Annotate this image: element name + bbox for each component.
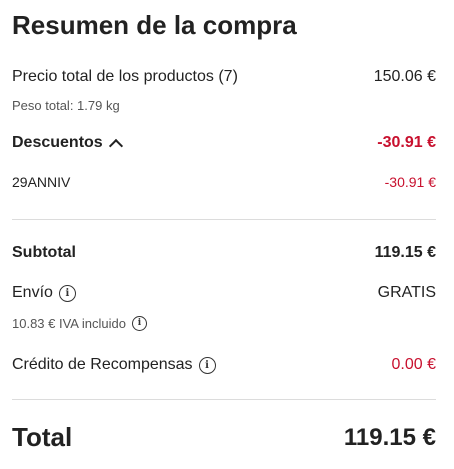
coupon-code: 29ANNIV	[12, 174, 71, 190]
discounts-value: -30.91 €	[377, 134, 436, 151]
vat-label-group: 10.83 € IVA incluido i	[12, 316, 147, 331]
coupon-value: -30.91 €	[384, 174, 436, 190]
divider	[12, 399, 436, 400]
products-total-label: Precio total de los productos (7)	[12, 68, 238, 85]
products-total-row: Precio total de los productos (7) 150.06…	[12, 68, 436, 86]
products-total-value: 150.06 €	[373, 68, 436, 85]
total-weight: Peso total: 1.79 kg	[12, 98, 120, 113]
discounts-toggle[interactable]: Descuentos	[12, 134, 123, 153]
divider	[12, 219, 436, 220]
coupon-row: 29ANNIV -30.91 €	[12, 174, 436, 190]
total-value: 119.15 €	[343, 423, 436, 451]
rewards-label: Crédito de Recompensas	[12, 356, 193, 373]
vat-row: 10.83 € IVA incluido i	[12, 316, 436, 331]
vat-label: 10.83 € IVA incluido	[12, 316, 126, 331]
total-row: Total 119.15 €	[12, 422, 436, 453]
summary-title: Resumen de la compra	[12, 10, 297, 40]
shipping-label: Envío	[12, 284, 53, 301]
shipping-label-group: Envío i	[12, 284, 76, 302]
rewards-row: Crédito de Recompensas i 0.00 €	[12, 356, 436, 374]
chevron-up-icon[interactable]	[108, 138, 123, 153]
rewards-value: 0.00 €	[391, 356, 436, 373]
rewards-label-group: Crédito de Recompensas i	[12, 356, 216, 374]
shipping-info-icon[interactable]: i	[58, 284, 76, 302]
rewards-info-icon[interactable]: i	[198, 356, 216, 374]
subtotal-label: Subtotal	[12, 244, 76, 261]
discounts-row[interactable]: Descuentos -30.91 €	[12, 134, 436, 153]
shipping-row: Envío i GRATIS	[12, 284, 436, 302]
subtotal-row: Subtotal 119.15 €	[12, 244, 436, 262]
shipping-value: GRATIS	[377, 284, 436, 301]
total-label: Total	[12, 422, 73, 452]
vat-info-icon[interactable]: i	[131, 316, 147, 331]
weight-row: Peso total: 1.79 kg	[12, 98, 436, 113]
discounts-label: Descuentos	[12, 134, 103, 151]
subtotal-value: 119.15 €	[374, 244, 436, 261]
